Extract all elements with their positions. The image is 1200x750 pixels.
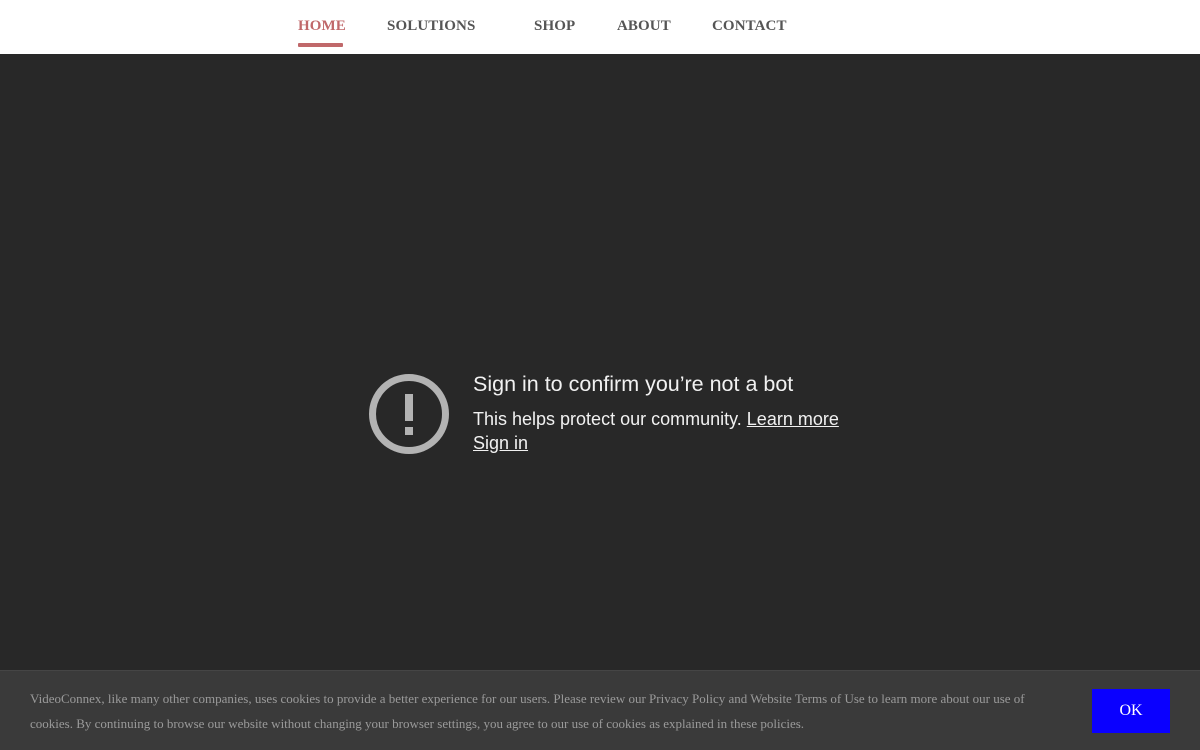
bot-check-description: This helps protect our community. Learn … bbox=[473, 407, 839, 431]
active-nav-underline bbox=[298, 43, 343, 47]
page: HOME SOLUTIONS SHOP ABOUT CONTACT Sign i… bbox=[0, 0, 1200, 750]
nav-item-shop[interactable]: SHOP bbox=[534, 17, 575, 35]
learn-more-link[interactable]: Learn more bbox=[747, 409, 839, 429]
video-player-area: Sign in to confirm you’re not a bot This… bbox=[0, 54, 1200, 670]
bot-check-title: Sign in to confirm you’re not a bot bbox=[473, 372, 794, 396]
bot-check-description-text: This helps protect our community. bbox=[473, 409, 742, 429]
cookie-banner: VideoConnex, like many other companies, … bbox=[0, 670, 1200, 750]
nav-item-solutions[interactable]: SOLUTIONS bbox=[387, 17, 475, 35]
cookie-notice-text: VideoConnex, like many other companies, … bbox=[30, 691, 1025, 731]
nav-item-home[interactable]: HOME bbox=[298, 17, 346, 35]
sign-in-link[interactable]: Sign in bbox=[473, 431, 528, 455]
alert-circle-icon bbox=[369, 374, 449, 454]
cookie-ok-button[interactable]: OK bbox=[1092, 689, 1170, 733]
top-navigation: HOME SOLUTIONS SHOP ABOUT CONTACT bbox=[0, 0, 1200, 54]
nav-item-about[interactable]: ABOUT bbox=[617, 17, 671, 35]
nav-item-contact[interactable]: CONTACT bbox=[712, 17, 787, 35]
